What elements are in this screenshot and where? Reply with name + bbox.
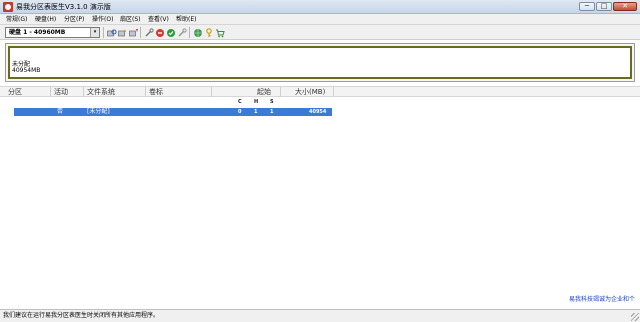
toolbar-separator — [189, 27, 190, 38]
globe-icon[interactable] — [192, 27, 203, 38]
subheader-cylinder: C — [238, 99, 242, 105]
column-divider[interactable] — [145, 87, 146, 97]
disk-select[interactable]: 硬盘 1 - 40960MB ▾ — [5, 27, 100, 38]
column-partition[interactable]: 分区 — [8, 88, 22, 97]
title-bar: 易我分区表医生V3.1.0 演示版 ─ □ ✕ — [0, 0, 640, 14]
column-volume-label[interactable]: 卷标 — [149, 88, 163, 97]
toolbar-separator — [140, 27, 141, 38]
undo-icon[interactable] — [176, 27, 187, 38]
apply-check-icon[interactable] — [165, 27, 176, 38]
menu-help[interactable]: 帮助(E) — [176, 15, 196, 24]
subheader-sector: S — [270, 99, 274, 105]
menu-operation[interactable]: 操作(O) — [92, 15, 113, 24]
column-divider[interactable] — [211, 87, 212, 97]
app-logo-icon — [3, 2, 13, 12]
resize-grip-icon[interactable] — [631, 313, 639, 321]
column-divider[interactable] — [280, 87, 281, 97]
status-text: 我们建议在运行易我分区表医生时关闭所有其他应用程序。 — [3, 312, 160, 319]
status-bar: 我们建议在运行易我分区表医生时关闭所有其他应用程序。 — [0, 309, 640, 322]
cell-active: 否 — [57, 108, 64, 115]
disk-select-value: 硬盘 1 - 40960MB — [9, 29, 66, 36]
disk-remove-icon[interactable] — [128, 27, 139, 38]
menu-view[interactable]: 查看(V) — [148, 15, 169, 24]
column-divider[interactable] — [333, 87, 334, 97]
table-row[interactable]: 否 [未分配] 0 1 1 40954 — [14, 108, 332, 116]
minimize-button[interactable]: ─ — [579, 2, 595, 11]
menu-bar: 常规(G) 硬盘(H) 分区(P) 操作(O) 扇区(S) 查看(V) 帮助(E… — [0, 14, 640, 25]
disk-add-icon[interactable] — [117, 27, 128, 38]
disk-map: 未分配 40954MB — [5, 43, 635, 82]
cell-start-h: 1 — [254, 109, 258, 115]
column-active[interactable]: 活动 — [54, 88, 68, 97]
cell-start-c: 0 — [238, 109, 242, 115]
maximize-button[interactable]: □ — [596, 2, 612, 11]
cart-icon[interactable] — [214, 27, 225, 38]
key-icon[interactable] — [203, 27, 214, 38]
cell-size: 40954 — [309, 109, 327, 115]
menu-partition[interactable]: 分区(P) — [64, 15, 84, 24]
disk-search-icon[interactable] — [106, 27, 117, 38]
tool-icon[interactable] — [143, 27, 154, 38]
cell-filesystem: [未分配] — [87, 108, 110, 115]
menu-general[interactable]: 常规(G) — [6, 15, 27, 24]
menu-sector[interactable]: 扇区(S) — [120, 15, 141, 24]
column-divider[interactable] — [50, 87, 51, 97]
stop-icon[interactable] — [154, 27, 165, 38]
close-button[interactable]: ✕ — [613, 2, 637, 11]
company-link[interactable]: 易我科技竭诚为企业和个 — [569, 296, 635, 304]
chevron-down-icon[interactable]: ▾ — [90, 28, 99, 37]
cell-start-s: 1 — [270, 109, 274, 115]
subheader-head: H — [254, 99, 259, 105]
window-title: 易我分区表医生V3.1.0 演示版 — [16, 3, 111, 11]
toolbar-separator — [103, 27, 104, 38]
unallocated-segment[interactable]: 未分配 40954MB — [8, 46, 632, 79]
toolbar: 硬盘 1 - 40960MB ▾ — [0, 25, 640, 40]
column-filesystem[interactable]: 文件系统 — [87, 88, 115, 97]
segment-size: 40954MB — [12, 67, 41, 74]
column-start[interactable]: 起始 — [257, 88, 271, 97]
column-size[interactable]: 大小(MB) — [295, 88, 325, 97]
menu-disk[interactable]: 硬盘(H) — [35, 15, 56, 24]
column-divider[interactable] — [83, 87, 84, 97]
partition-list-header: 分区 活动 文件系统 卷标 起始 大小(MB) — [0, 86, 640, 97]
